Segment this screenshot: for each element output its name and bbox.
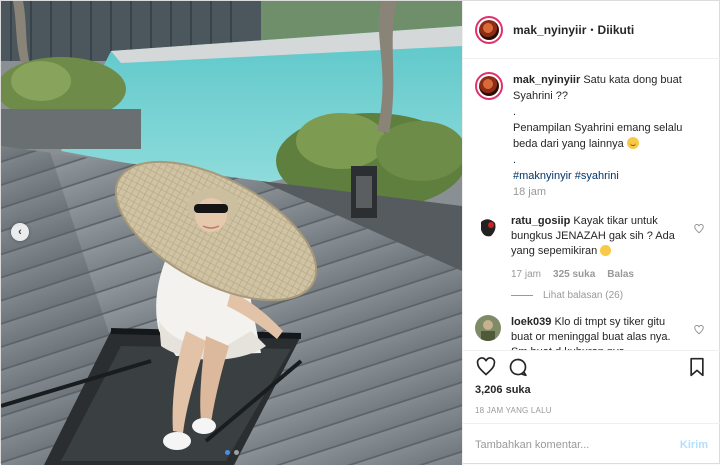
caption-dot: .	[513, 154, 517, 166]
post-header: mak_nyinyiir • Diikuti	[463, 1, 720, 59]
photo-illustration	[1, 1, 462, 465]
like-count[interactable]: 3,206 suka	[475, 384, 708, 396]
comment-like-icon[interactable]	[694, 224, 704, 237]
post-time-ago: 18 JAM YANG LALU	[475, 406, 552, 415]
smile-emoji-icon	[626, 137, 639, 149]
comment-username[interactable]: ratu_gosiip	[511, 215, 570, 227]
comment-item: loek039 Klo di tmpt sy tiker gitu buat o…	[475, 315, 708, 350]
commenter-avatar[interactable]	[475, 214, 501, 240]
previous-photo-button[interactable]: ‹	[11, 223, 29, 241]
view-replies-button[interactable]: Lihat balasan (26)	[511, 290, 708, 301]
action-icons	[475, 351, 708, 383]
caption-hashtags[interactable]: #maknyinyir #syahrini	[513, 168, 708, 184]
commenter-avatar[interactable]	[475, 315, 501, 341]
post-actions: 3,206 suka 18 JAM YANG LALU	[463, 350, 720, 415]
view-replies-label: Lihat balasan (26)	[543, 290, 624, 301]
caption: mak_nyinyiir Satu kata dong buat Syahrin…	[475, 72, 708, 200]
comment-input[interactable]	[475, 438, 680, 451]
carousel-dot-active	[224, 450, 230, 455]
thinking-emoji-icon	[600, 245, 612, 256]
author-avatar[interactable]	[475, 15, 503, 44]
caption-username[interactable]: mak_nyinyiir	[513, 74, 580, 86]
comment-body: ratu_gosiip Kayak tikar untuk bungkus JE…	[511, 214, 689, 282]
bookmark-icon[interactable]	[686, 356, 708, 378]
send-comment-button[interactable]: Kirim	[680, 439, 708, 451]
caption-avatar[interactable]	[475, 72, 503, 100]
comment-item: ratu_gosiip Kayak tikar untuk bungkus JE…	[475, 214, 708, 282]
caption-line-2: Penampilan Syahrini emang selalu beda da…	[513, 122, 683, 150]
caption-body: mak_nyinyiir Satu kata dong buat Syahrin…	[513, 72, 708, 200]
follow-status-button[interactable]: Diikuti	[598, 23, 635, 37]
caption-time: 18 jam	[513, 186, 547, 198]
add-comment-bar: Kirim	[463, 423, 720, 465]
replies-line	[511, 295, 533, 296]
comment-username[interactable]: loek039	[511, 316, 551, 328]
comment-body: loek039 Klo di tmpt sy tiker gitu buat o…	[511, 315, 689, 350]
caption-dot: .	[513, 106, 517, 118]
comment-likes[interactable]: 325 suka	[553, 267, 595, 282]
comment-time: 17 jam	[511, 269, 542, 280]
header-separator: •	[590, 24, 594, 35]
comment-reply-button[interactable]: Balas	[607, 267, 634, 282]
comment-like-icon[interactable]	[694, 325, 704, 338]
post-side-panel: mak_nyinyiir • Diikuti mak_nyinyiir Satu…	[462, 1, 720, 465]
author-username[interactable]: mak_nyinyiir	[513, 23, 586, 37]
comment-meta: 17 jam 325 suka Balas	[511, 267, 689, 282]
comments-section[interactable]: mak_nyinyiir Satu kata dong buat Syahrin…	[463, 60, 720, 350]
carousel-indicator	[1, 450, 462, 455]
carousel-dot	[233, 450, 239, 455]
heart-icon[interactable]	[475, 356, 497, 378]
instagram-post: ‹ mak_nyinyiir • Diikuti mak_nyinyiir Sa…	[0, 0, 720, 465]
post-photo[interactable]: ‹	[1, 1, 462, 465]
comment-icon[interactable]	[507, 356, 529, 378]
